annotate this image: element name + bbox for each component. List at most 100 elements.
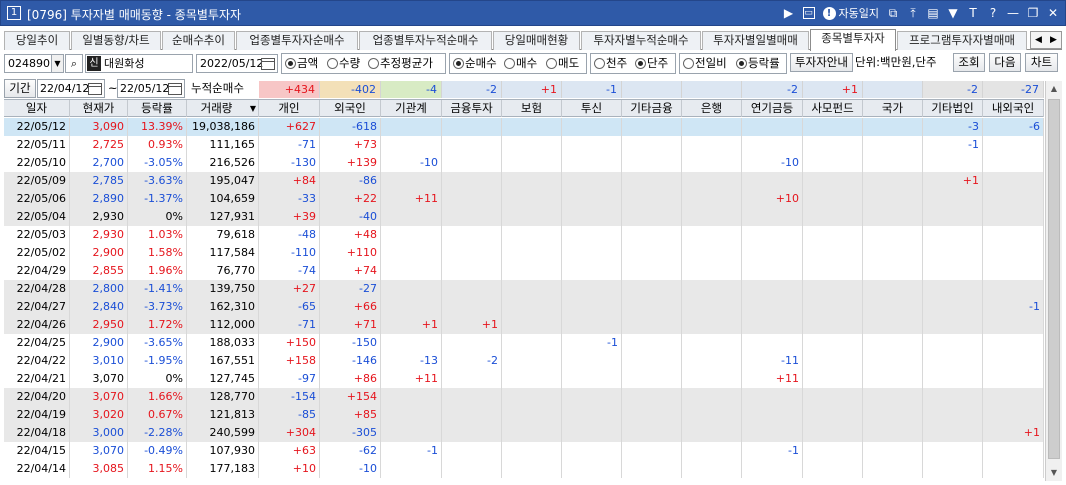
cell-date: 22/04/21 xyxy=(4,370,70,388)
radio-thousand-shares[interactable]: 천주 xyxy=(594,54,627,73)
pin-icon[interactable]: ▼ xyxy=(947,5,959,21)
col-government[interactable]: 국가 xyxy=(863,100,923,117)
tab-stock-investor[interactable]: 종목별투자자 xyxy=(810,29,896,51)
search-icon[interactable]: ⌕ xyxy=(65,54,83,73)
col-insurance[interactable]: 보험 xyxy=(502,100,562,117)
table-row[interactable]: 22/04/14 3,085 1.15% 177,183 +10 -10 xyxy=(4,460,1044,478)
cell-private-fund xyxy=(803,226,863,244)
table-row[interactable]: 22/05/04 2,930 0% 127,931 +39 -40 xyxy=(4,208,1044,226)
cell-change-rate: 1.66% xyxy=(128,388,187,406)
upload-icon[interactable]: ⤒ xyxy=(907,5,919,21)
dropdown-icon[interactable]: ▼ xyxy=(51,55,63,72)
scroll-down-icon[interactable]: ▼ xyxy=(1046,465,1062,481)
tab-next-icon[interactable]: ▶ xyxy=(1046,32,1061,48)
cell-government xyxy=(863,172,923,190)
next-button[interactable]: 다음 xyxy=(989,53,1021,72)
cell-pension: +11 xyxy=(742,370,803,388)
tab-investor-cumulative-net[interactable]: 투자자별누적순매수 xyxy=(581,31,701,50)
col-bank[interactable]: 은행 xyxy=(682,100,742,117)
table-row[interactable]: 22/04/19 3,020 0.67% 121,813 -85 +85 xyxy=(4,406,1044,424)
tab-sector-cumulative-net[interactable]: 업종별투자누적순매수 xyxy=(359,31,492,50)
radio-buy[interactable]: 매수 xyxy=(504,54,537,73)
tab-program-investor[interactable]: 프로그램투자자별매매 xyxy=(897,31,1027,50)
layout-icon[interactable]: ▤ xyxy=(927,5,939,21)
radio-estimated-avg[interactable]: 추정평균가 xyxy=(368,54,433,73)
table-row[interactable]: 22/04/26 2,950 1.72% 112,000 -71 +71 +1 +1 xyxy=(4,316,1044,334)
table-row[interactable]: 22/05/02 2,900 1.58% 117,584 -110 +110 xyxy=(4,244,1044,262)
col-volume[interactable]: 거래량 ▼ xyxy=(187,100,259,117)
tab-intraday-trend[interactable]: 당일추이 xyxy=(4,31,70,50)
col-domestic-foreign[interactable]: 내외국인 xyxy=(983,100,1044,117)
scroll-thumb[interactable] xyxy=(1048,99,1060,459)
scroll-up-icon[interactable]: ▲ xyxy=(1046,81,1062,97)
cell-foreign: +66 xyxy=(320,298,381,316)
investor-guide-button[interactable]: 투자자안내 xyxy=(790,53,853,72)
col-institution[interactable]: 기관계 xyxy=(381,100,442,117)
table-row[interactable]: 22/04/28 2,800 -1.41% 139,750 +27 -27 xyxy=(4,280,1044,298)
col-change-rate[interactable]: 등락률 xyxy=(128,100,187,117)
tab-investor-daily[interactable]: 투자자별일별매매 xyxy=(702,31,809,50)
tab-intraday-status[interactable]: 당일매매현황 xyxy=(493,31,580,50)
auto-log-button[interactable]: ! 자동일지 xyxy=(822,5,879,21)
radio-sell[interactable]: 매도 xyxy=(546,54,579,73)
table-row[interactable]: 22/05/10 2,700 -3.05% 216,526 -130 +139 -10 -10 xyxy=(4,154,1044,172)
table-row[interactable]: 22/04/27 2,840 -3.73% 162,310 -65 +66 -1 xyxy=(4,298,1044,316)
table-row[interactable]: 22/05/09 2,785 -3.63% 195,047 +84 -86 +1 xyxy=(4,172,1044,190)
sort-icon[interactable]: ▼ xyxy=(250,100,256,117)
tab-sector-investor-net[interactable]: 업종별투자자순매수 xyxy=(236,31,358,50)
screen-icon[interactable]: ▭ xyxy=(802,7,815,19)
stock-code-input[interactable]: 024890 ▼ xyxy=(4,54,64,73)
table-row[interactable]: 22/05/12 3,090 13.39% 19,038,186 +627 -618 -3-… xyxy=(4,118,1044,136)
col-price[interactable]: 현재가 xyxy=(70,100,128,117)
tab-prev-icon[interactable]: ◀ xyxy=(1031,32,1046,48)
minimize-icon[interactable]: — xyxy=(1007,5,1019,21)
table-row[interactable]: 22/05/11 2,725 0.93% 111,165 -71 +73 -1 xyxy=(4,136,1044,154)
popout-icon[interactable]: ⧉ xyxy=(887,5,899,21)
col-trust[interactable]: 투신 xyxy=(562,100,622,117)
col-foreign[interactable]: 외국인 xyxy=(320,100,381,117)
cell-individual: +158 xyxy=(259,352,320,370)
radio-amount[interactable]: 금액 xyxy=(285,54,318,73)
vertical-scrollbar[interactable]: ▲ ▼ xyxy=(1045,81,1062,481)
radio-change-rate[interactable]: 등락률 xyxy=(736,54,780,73)
col-individual[interactable]: 개인 xyxy=(259,100,320,117)
col-other-corp[interactable]: 기타법인 xyxy=(923,100,983,117)
radio-net-buy[interactable]: 순매수 xyxy=(453,54,497,73)
restore-icon[interactable]: ❐ xyxy=(1027,5,1039,21)
date-input[interactable]: 2022/05/12 xyxy=(196,54,278,73)
investor-trade-table[interactable]: 일자 현재가 등락률 거래량 ▼ 개인 외국인 기관계 금융투자 보험 투신 기타… xyxy=(4,99,1044,481)
cell-foreign: +85 xyxy=(320,406,381,424)
t-button[interactable]: T xyxy=(967,5,979,21)
table-row[interactable]: 22/04/18 3,000 -2.28% 240,599 +304 -305 +1 xyxy=(4,424,1044,442)
close-icon[interactable]: ✕ xyxy=(1047,5,1059,21)
col-other-finance[interactable]: 기타금융 xyxy=(622,100,682,117)
table-row[interactable]: 22/05/03 2,930 1.03% 79,618 -48 +48 xyxy=(4,226,1044,244)
col-pension[interactable]: 연기금등 xyxy=(742,100,803,117)
arrow-right-icon[interactable]: ▶ xyxy=(783,5,795,21)
chart-button[interactable]: 차트 xyxy=(1025,53,1058,72)
cell-other-finance xyxy=(622,298,682,316)
table-row[interactable]: 22/04/15 3,070 -0.49% 107,930 +63 -62 -1 -1 xyxy=(4,442,1044,460)
table-row[interactable]: 22/04/25 2,900 -3.65% 188,033 +150 -150 -1 xyxy=(4,334,1044,352)
tab-daily-trend-chart[interactable]: 일별동향/차트 xyxy=(71,31,161,50)
cell-price: 2,900 xyxy=(70,244,128,262)
table-row[interactable]: 22/04/22 3,010 -1.95% 167,551 +158 -146 -13 -2 -… xyxy=(4,352,1044,370)
col-financial-investment[interactable]: 금융투자 xyxy=(442,100,502,117)
radio-single-shares[interactable]: 단주 xyxy=(635,54,668,73)
table-row[interactable]: 22/04/29 2,855 1.96% 76,770 -74 +74 xyxy=(4,262,1044,280)
help-button[interactable]: ? xyxy=(987,5,999,21)
query-button[interactable]: 조회 xyxy=(953,53,985,72)
table-row[interactable]: 22/05/06 2,890 -1.37% 104,659 -33 +22 +11 +10 xyxy=(4,190,1044,208)
tab-net-buy-trend[interactable]: 순매수추이 xyxy=(162,31,235,50)
col-private-fund[interactable]: 사모펀드 xyxy=(803,100,863,117)
cell-financial-investment xyxy=(442,424,502,442)
table-row[interactable]: 22/04/21 3,070 0% 127,745 -97 +86 +11 +11 xyxy=(4,370,1044,388)
cell-change-rate: -1.41% xyxy=(128,280,187,298)
radio-prev-day[interactable]: 전일비 xyxy=(683,54,727,73)
cell-insurance xyxy=(502,406,562,424)
radio-quantity[interactable]: 수량 xyxy=(327,54,360,73)
table-row[interactable]: 22/04/20 3,070 1.66% 128,770 -154 +154 xyxy=(4,388,1044,406)
calendar-icon[interactable] xyxy=(261,58,275,70)
stock-name-field[interactable]: 신 대원화성 xyxy=(85,54,193,73)
col-date[interactable]: 일자 xyxy=(4,100,70,117)
